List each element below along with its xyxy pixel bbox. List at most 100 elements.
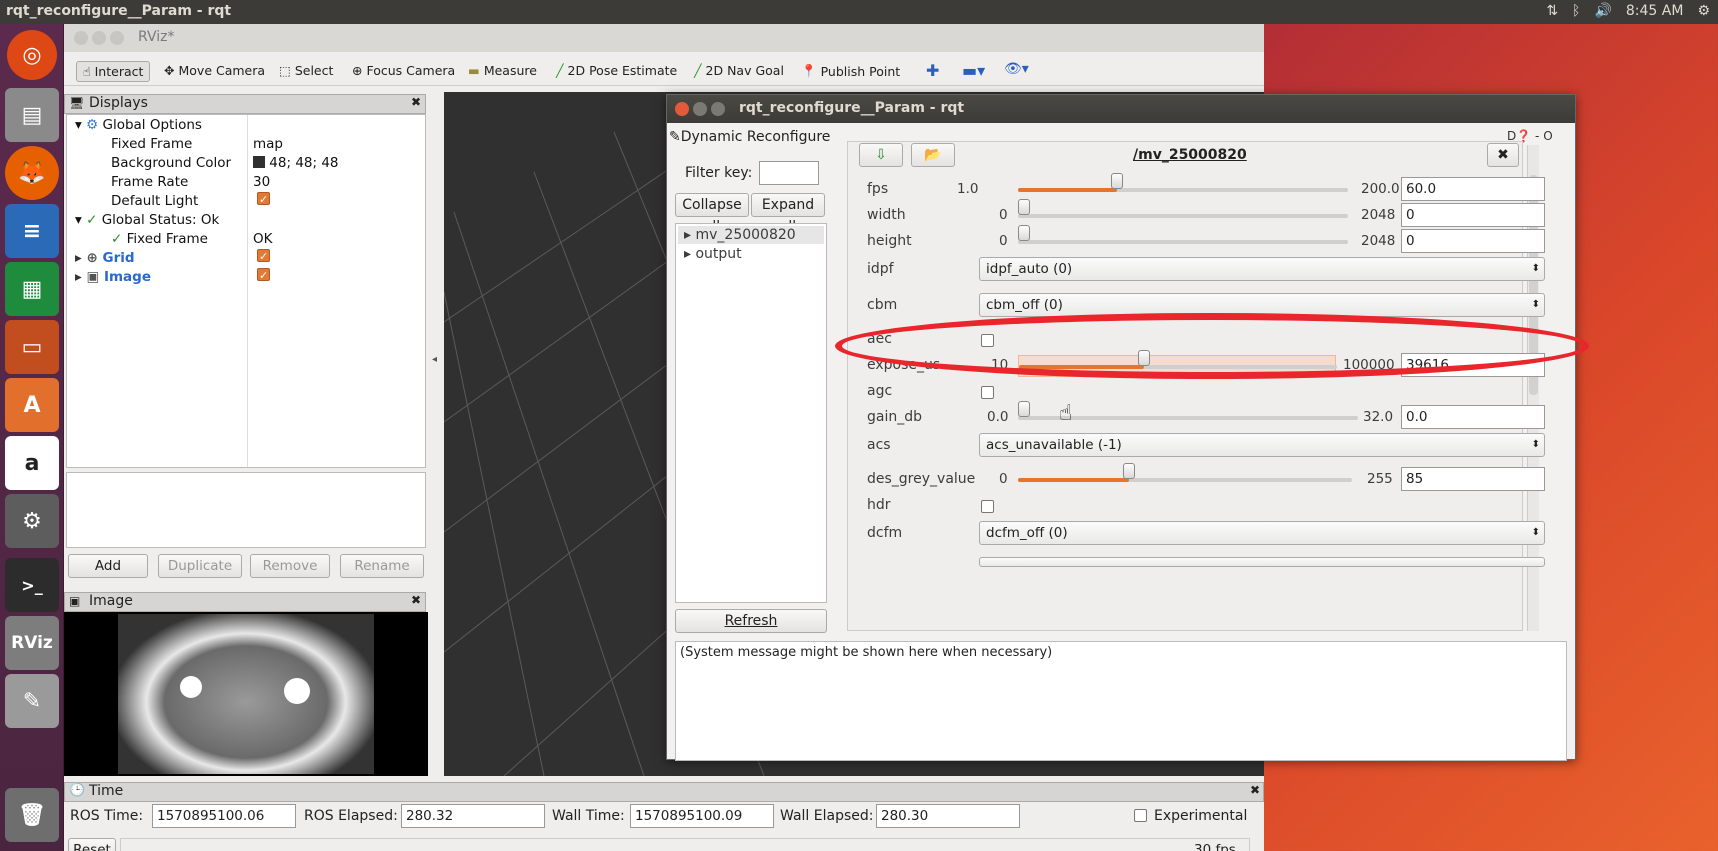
move-camera-tool[interactable]: ✥ Move Camera [164,63,265,78]
collapse-arrow-icon[interactable]: ▾ [75,212,82,228]
wall-time-field[interactable]: 1570895100.09 [630,804,774,828]
maximize-icon[interactable] [110,31,124,45]
duplicate-button[interactable]: Duplicate [158,554,242,578]
minimize-icon[interactable] [693,102,707,116]
rename-button[interactable]: Rename [340,554,424,578]
close-icon[interactable] [74,31,88,45]
files-icon[interactable]: ▤ [5,88,59,142]
param-slider[interactable] [1018,173,1348,201]
remove-tool-icon[interactable]: ▬▾ [962,61,985,80]
param-slider[interactable] [1018,199,1348,227]
amazon-icon[interactable]: a [5,436,59,490]
clock[interactable]: 8:45 AM [1626,3,1684,19]
tree-global-options[interactable]: ▾ ⚙ Global Options [75,116,202,135]
refresh-button[interactable]: Refresh [675,609,827,633]
param-value-field[interactable]: 0.0 [1401,405,1545,429]
trash-icon[interactable]: 🗑 [5,788,59,842]
slider-knob[interactable] [1111,173,1123,189]
param-value-field[interactable]: 0 [1401,229,1545,253]
collapse-all-button[interactable]: Collapse all [675,193,749,235]
nav-goal-tool[interactable]: ╱ 2D Nav Goal [694,63,784,78]
open-folder-icon[interactable]: 📂 [911,143,955,167]
param-value-field[interactable]: 60.0 [1401,177,1545,201]
wall-elapsed-field[interactable]: 280.30 [876,804,1020,828]
highlight-ellipse [835,313,1589,379]
reset-button[interactable]: Reset [68,838,116,851]
collapse-arrow-icon[interactable]: ▾ [75,117,82,133]
close-node-icon[interactable]: ✖ [1487,143,1519,167]
close-icon[interactable] [675,102,689,116]
tree-global-status[interactable]: ▾ ✓ Global Status: Ok [75,211,219,230]
power-icon[interactable]: ⚙ [1697,3,1710,19]
expand-arrow-icon[interactable]: ▸ [75,250,82,266]
slider-knob[interactable] [1018,199,1030,215]
float-icon[interactable]: O [1543,129,1552,143]
software-center-icon[interactable]: A [5,378,59,432]
minimize-icon[interactable]: - [1535,129,1539,143]
add-tool-icon[interactable]: ✚ [926,61,939,80]
publish-point-tool[interactable]: 📍 Publish Point [801,63,900,79]
slider-fill [1018,478,1130,482]
expand-all-button[interactable]: Expand all [751,193,825,235]
background-color-value[interactable]: 48; 48; 48 [253,154,339,173]
param-dropdown-partial[interactable] [979,557,1545,567]
param-value-field[interactable]: 85 [1401,467,1545,491]
expand-arrow-icon[interactable]: ▸ [75,269,82,285]
expand-arrow-icon[interactable]: ▸ [684,227,691,243]
background-color-label: Background Color [111,155,232,171]
arrow-green-icon: ╱ [556,63,564,78]
node-item[interactable]: ▸ mv_25000820 [678,226,824,244]
close-icon[interactable]: ✖ [411,593,421,607]
interact-tool[interactable]: ☝ Interact [76,61,151,82]
maximize-icon[interactable] [711,102,725,116]
image-checkbox[interactable] [257,266,270,287]
writer-icon[interactable]: ≡ [5,204,59,258]
agc-checkbox[interactable] [981,386,994,399]
param-slider[interactable] [1018,463,1352,491]
select-tool[interactable]: ⬚ Select [279,63,333,78]
experimental-checkbox[interactable] [1134,809,1147,822]
text-editor-icon[interactable]: ✎ [5,674,59,728]
expand-arrow-icon[interactable]: ▸ [684,246,691,262]
hdr-checkbox[interactable] [981,500,994,513]
param-dropdown[interactable]: dcfm_off (0) ⬍ [979,521,1545,545]
rviz-icon[interactable]: RViz [5,616,59,670]
tree-grid[interactable]: ▸ ⊕ Grid [75,249,135,268]
fixed-frame-value[interactable]: map [253,135,283,154]
terminal-icon[interactable]: >_ [5,558,59,612]
volume-icon[interactable]: 🔊 [1594,3,1611,19]
tree-image[interactable]: ▸ ▣ Image [75,268,151,287]
param-value-field[interactable]: 0 [1401,203,1545,227]
node-item[interactable]: ▸ output [678,245,824,263]
param-slider[interactable] [1018,225,1348,253]
measure-tool[interactable]: ▬ Measure [468,63,537,78]
default-light-checkbox[interactable] [257,190,270,211]
slider-knob[interactable] [1123,463,1136,479]
minimize-icon[interactable] [92,31,106,45]
ubuntu-logo-icon[interactable]: ◎ [7,30,57,80]
network-icon[interactable]: ⇅ [1546,3,1558,19]
ros-elapsed-field[interactable]: 280.32 [401,804,545,828]
param-dropdown[interactable]: idpf_auto (0) ⬍ [979,257,1545,281]
close-icon[interactable]: ✖ [411,95,421,109]
focus-camera-tool[interactable]: ⊕ Focus Camera [352,63,455,78]
view-icon[interactable]: 👁▾ [1004,61,1029,77]
firefox-icon[interactable]: 🦊 [5,146,59,200]
ros-time-field[interactable]: 1570895100.06 [152,804,296,828]
param-dropdown[interactable]: acs_unavailable (-1) ⬍ [979,433,1545,457]
filter-key-input[interactable] [759,161,819,185]
add-button[interactable]: Add [68,554,148,578]
rviz-titlebar: RViz* [64,24,1264,52]
calc-icon[interactable]: ▦ [5,262,59,316]
slider-knob[interactable] [1018,225,1030,241]
slider-knob[interactable] [1018,401,1030,417]
save-icon[interactable]: ⇩ [859,143,903,167]
collapse-handle-icon[interactable]: ◂ [432,354,437,365]
impress-icon[interactable]: ▭ [5,320,59,374]
system-settings-icon[interactable]: ⚙ [5,494,59,548]
bluetooth-icon[interactable]: ᛒ [1572,3,1580,19]
pose-estimate-tool[interactable]: ╱ 2D Pose Estimate [556,63,677,78]
close-icon[interactable]: ✖ [1250,783,1260,797]
remove-button[interactable]: Remove [250,554,330,578]
param-label: acs [867,437,891,453]
